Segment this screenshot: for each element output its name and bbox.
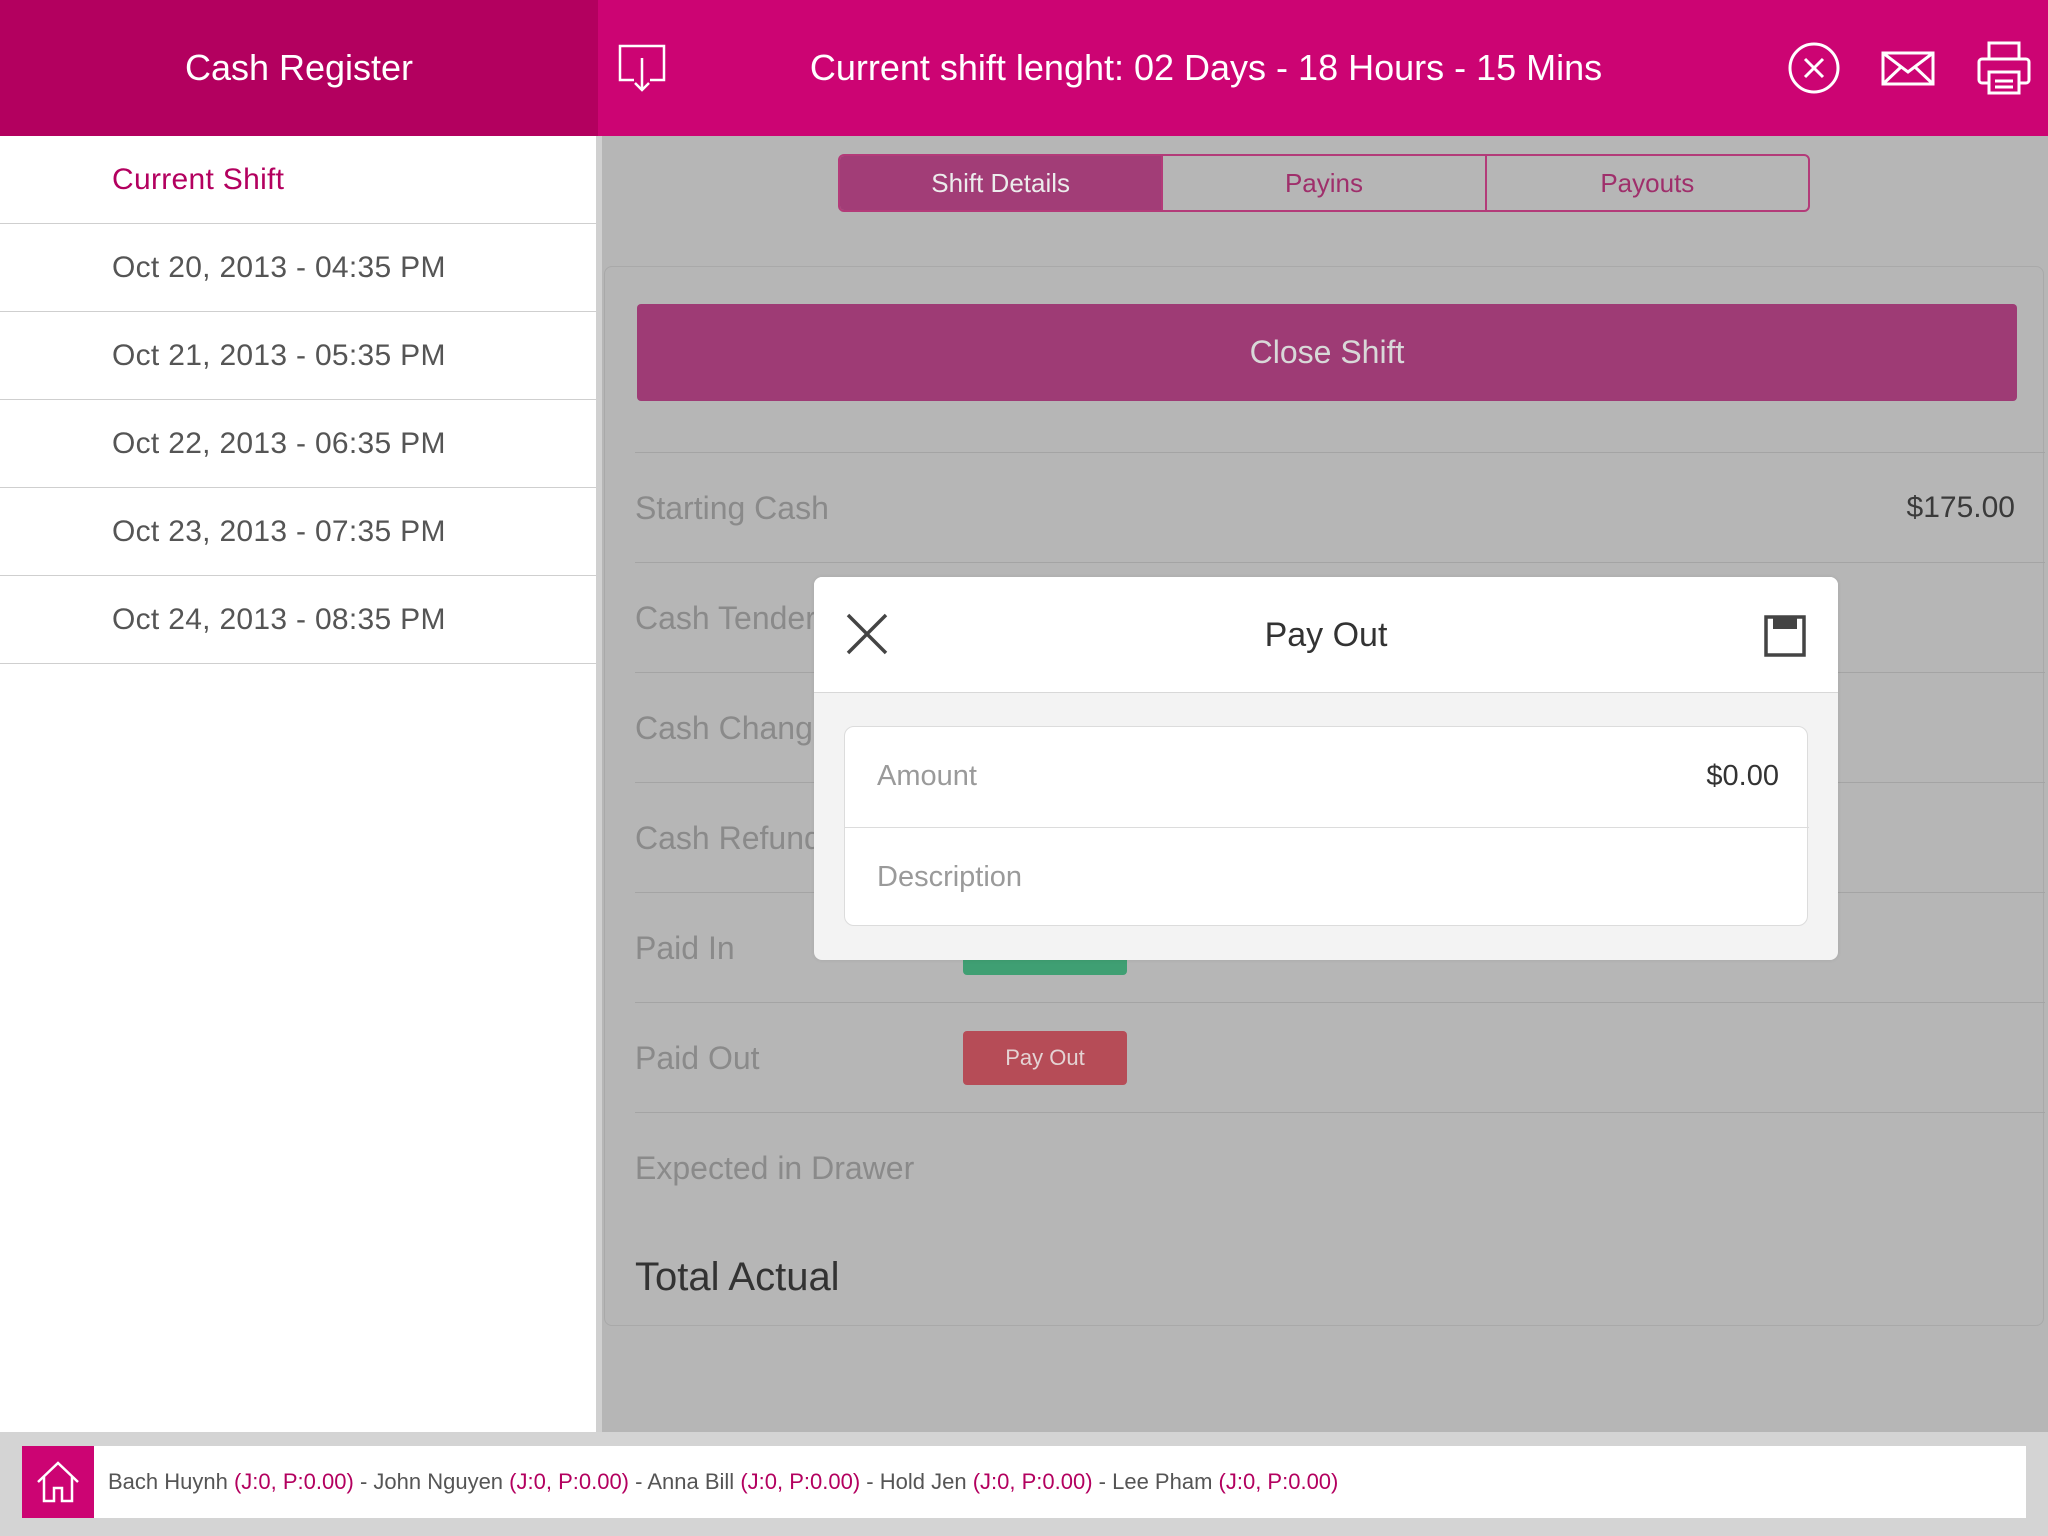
staff-name: Lee Pham (1112, 1469, 1213, 1494)
staff-name: Hold Jen (879, 1469, 967, 1494)
sidebar-item-shift[interactable]: Oct 23, 2013 - 07:35 PM (0, 488, 596, 576)
total-actual-row: Total Actual (635, 1222, 2045, 1332)
amount-label: Amount (877, 760, 977, 792)
staff-name: John Nguyen (373, 1469, 504, 1494)
staff-status-bar: Bach Huynh (J:0, P:0.00) - John Nguyen (… (22, 1446, 2026, 1518)
close-shift-button[interactable]: Close Shift (637, 304, 2017, 401)
tab-payouts[interactable]: Payouts (1487, 156, 1808, 210)
sidebar-item-shift[interactable]: Oct 21, 2013 - 05:35 PM (0, 312, 596, 400)
dialog-title: Pay Out (1264, 616, 1388, 654)
row-label: Cash Refund (635, 820, 822, 856)
sidebar-item-shift[interactable]: Oct 20, 2013 - 04:35 PM (0, 224, 596, 312)
row-label: Starting Cash (635, 490, 829, 526)
sidebar-item-label: Oct 24, 2013 - 08:35 PM (112, 602, 446, 636)
sidebar-item-shift[interactable]: Oct 22, 2013 - 06:35 PM (0, 400, 596, 488)
row-label: Expected in Drawer (635, 1150, 915, 1186)
sidebar-item-shift[interactable]: Oct 24, 2013 - 08:35 PM (0, 576, 596, 664)
save-icon[interactable] (1764, 615, 1806, 657)
row-label: Cash Change (635, 710, 831, 746)
staff-stat: (J:0, P:0.00) (740, 1469, 861, 1494)
pay-out-dialog: Pay Out Amount $0.00 Description (814, 577, 1838, 960)
sidebar-item-label: Oct 23, 2013 - 07:35 PM (112, 514, 446, 548)
staff-stat: (J:0, P:0.00) (233, 1469, 354, 1494)
pay-out-button[interactable]: Pay Out (963, 1031, 1127, 1085)
close-circle-icon[interactable] (1786, 40, 1842, 96)
staff-separator: - (353, 1469, 374, 1494)
sidebar-item-label: Oct 22, 2013 - 06:35 PM (112, 426, 446, 460)
sidebar-item-label: Current Shift (112, 162, 285, 196)
mail-icon[interactable] (1880, 40, 1936, 96)
app-title-bar: Cash Register (0, 0, 598, 136)
row-label: Cash Tendere (635, 600, 834, 636)
description-field[interactable]: Description (845, 827, 1809, 926)
amount-field[interactable]: Amount $0.00 (845, 727, 1809, 826)
home-icon[interactable] (22, 1446, 94, 1518)
staff-separator: - (1092, 1469, 1113, 1494)
tab-shift-details[interactable]: Shift Details (840, 156, 1164, 210)
description-placeholder: Description (877, 861, 1023, 893)
top-bar: Current shift lenght: 02 Days - 18 Hours… (598, 0, 2048, 136)
staff-name: Anna Bill (647, 1469, 735, 1494)
shift-length-title: Current shift lenght: 02 Days - 18 Hours… (809, 47, 1603, 88)
starting-cash-row: Starting Cash $175.00 (635, 452, 2045, 562)
staff-stat: (J:0, P:0.00) (509, 1469, 630, 1494)
dialog-header: Pay Out (814, 577, 1838, 693)
staff-separator: - (629, 1469, 648, 1494)
sidebar-item-label: Oct 21, 2013 - 05:35 PM (112, 338, 446, 372)
close-icon[interactable] (844, 611, 890, 657)
staff-separator: - (860, 1469, 880, 1494)
staff-name: Bach Huynh (108, 1469, 228, 1494)
sidebar-item-current-shift[interactable]: Current Shift (0, 136, 596, 224)
download-icon[interactable] (614, 40, 670, 96)
staff-list: Bach Huynh (J:0, P:0.00) - John Nguyen (… (108, 1469, 1338, 1495)
staff-status-footer: Bach Huynh (J:0, P:0.00) - John Nguyen (… (0, 1432, 2048, 1536)
tab-payins[interactable]: Payins (1163, 156, 1487, 210)
app-title: Cash Register (184, 47, 414, 88)
paid-out-row: Paid Out Pay Out (635, 1002, 2045, 1112)
tab-bar: Shift Details Payins Payouts (838, 154, 1810, 212)
pay-out-form: Amount $0.00 Description (844, 726, 1809, 926)
amount-value: $0.00 (1706, 760, 1779, 792)
shift-history-sidebar: Current Shift Oct 20, 2013 - 04:35 PM Oc… (0, 136, 596, 1432)
staff-stat: (J:0, P:0.00) (1218, 1469, 1339, 1494)
printer-icon[interactable] (1976, 40, 2032, 96)
row-label: Paid In (635, 930, 735, 966)
total-actual-label: Total Actual (635, 1255, 840, 1299)
row-label: Paid Out (635, 1040, 760, 1076)
sidebar-item-label: Oct 20, 2013 - 04:35 PM (112, 250, 446, 284)
starting-cash-value: $175.00 (1906, 491, 2015, 524)
staff-stat: (J:0, P:0.00) (972, 1469, 1093, 1494)
expected-in-drawer-row: Expected in Drawer (635, 1112, 2045, 1222)
